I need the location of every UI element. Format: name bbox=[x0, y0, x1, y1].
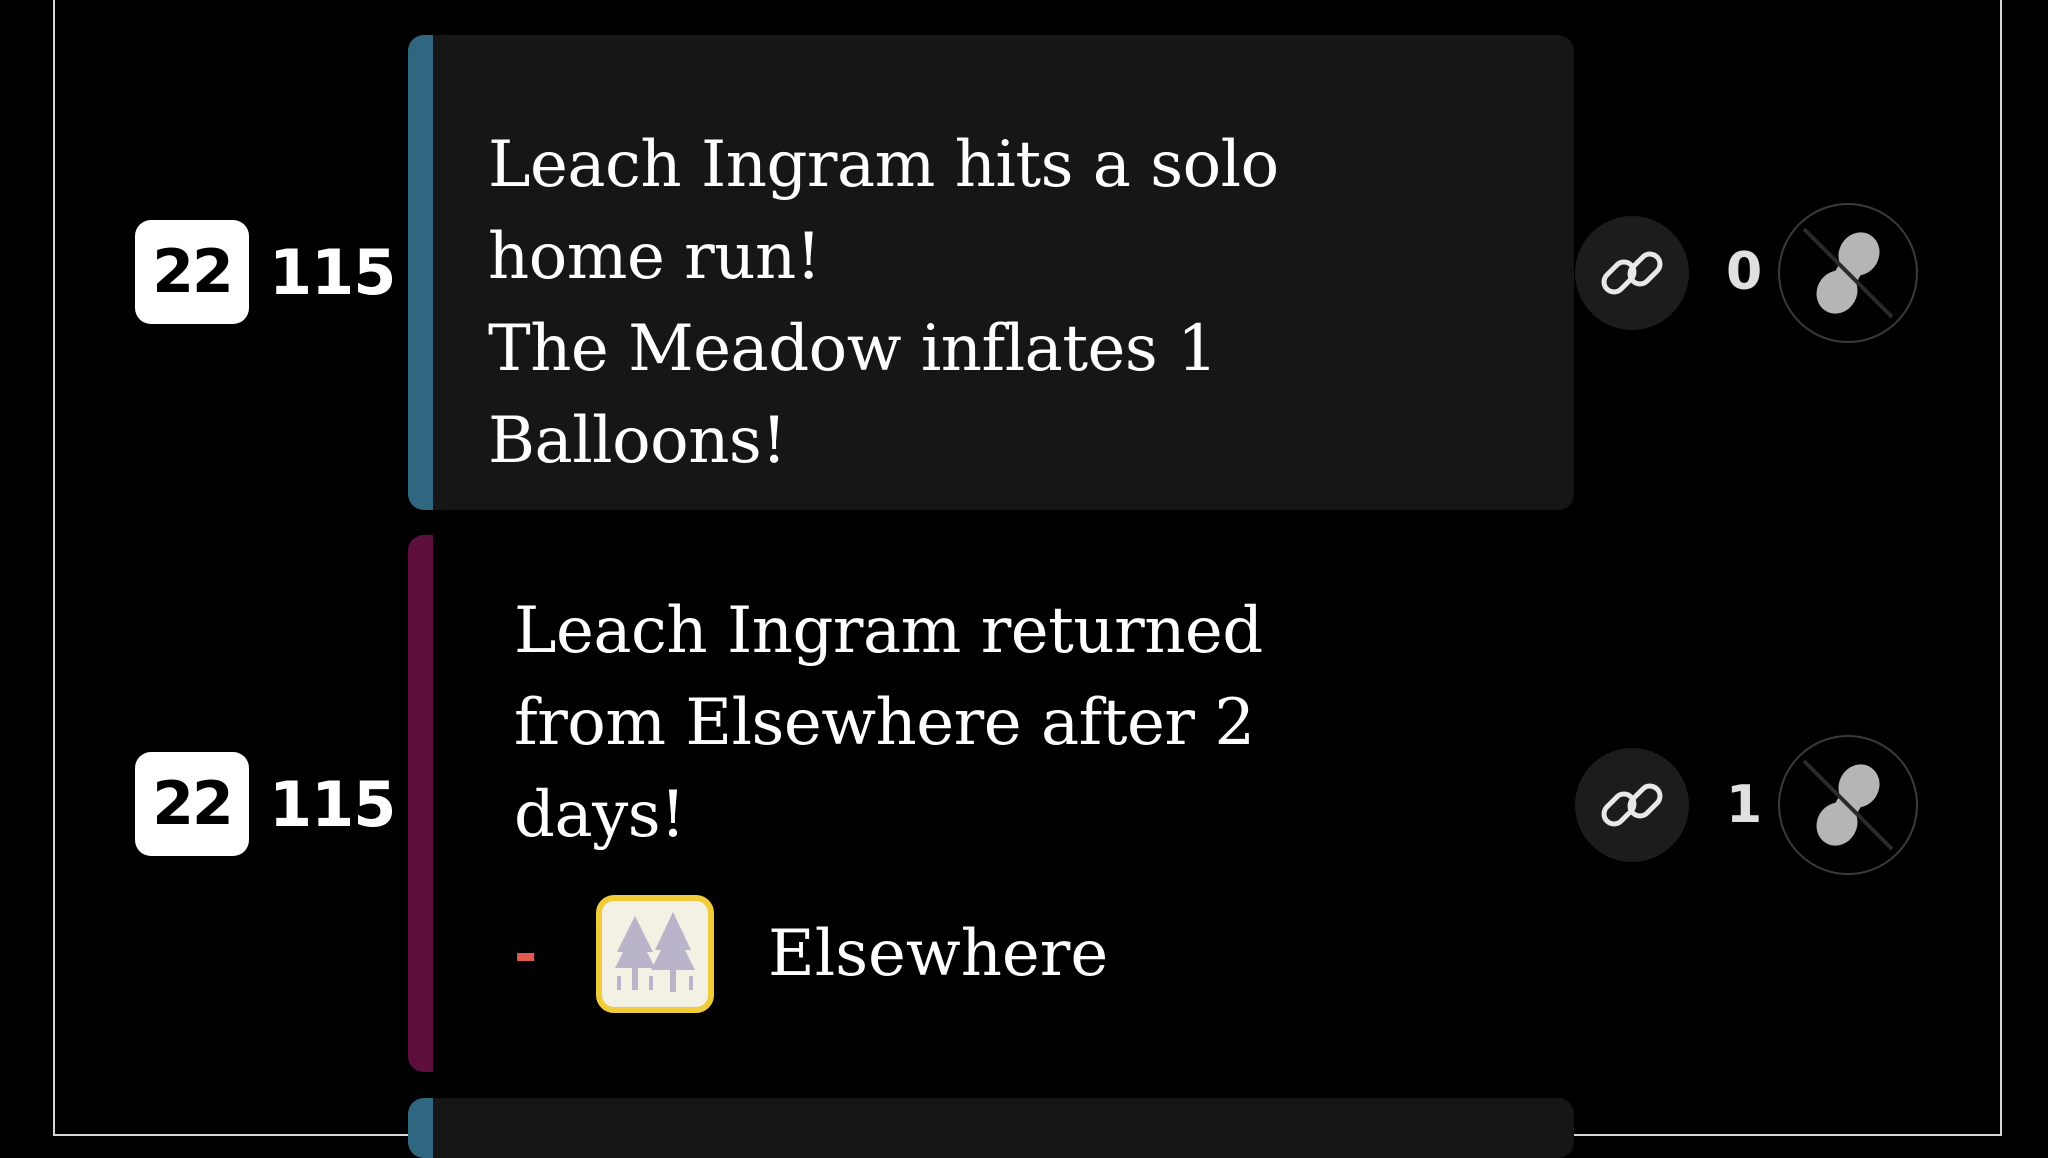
event-text: Leach Ingram hits a solo home run! The M… bbox=[488, 119, 1279, 487]
event-text-line: The Meadow inflates 1 bbox=[488, 312, 1218, 386]
day-number: 115 bbox=[269, 767, 396, 841]
event-text-line: Balloons! bbox=[488, 404, 787, 478]
team-tag[interactable]: - Elsewhere bbox=[514, 895, 1108, 1013]
event-text-line: home run! bbox=[488, 220, 821, 294]
peanut-crossed-icon bbox=[1802, 227, 1894, 319]
link-button[interactable] bbox=[1575, 748, 1689, 862]
event-card[interactable]: Leach Ingram hits a solo home run! The M… bbox=[408, 35, 1574, 510]
peanut-button[interactable] bbox=[1778, 203, 1918, 343]
link-icon bbox=[1601, 251, 1663, 295]
team-logo bbox=[596, 895, 714, 1013]
vote-count: 0 bbox=[1726, 242, 1763, 302]
game-counter: 22 115 bbox=[135, 220, 396, 324]
tag-label: Elsewhere bbox=[768, 917, 1109, 991]
link-icon bbox=[1601, 783, 1663, 827]
tag-dash: - bbox=[514, 921, 538, 987]
day-number: 115 bbox=[269, 235, 396, 309]
forest-icon bbox=[615, 912, 695, 992]
event-text-line: Leach Ingram hits a solo bbox=[488, 128, 1279, 202]
event-color-bar bbox=[408, 1098, 433, 1158]
season-badge: 22 bbox=[135, 220, 249, 324]
season-badge: 22 bbox=[135, 752, 249, 856]
event-text-line: Leach Ingram returned bbox=[514, 594, 1263, 668]
event-color-bar bbox=[408, 535, 433, 1072]
vote-count: 1 bbox=[1726, 775, 1763, 835]
event-color-bar bbox=[408, 35, 433, 510]
peanut-crossed-icon bbox=[1802, 759, 1894, 851]
event-card[interactable]: Leach Ingram returned from Elsewhere aft… bbox=[408, 535, 1574, 1072]
link-button[interactable] bbox=[1575, 216, 1689, 330]
event-card[interactable] bbox=[408, 1098, 1574, 1158]
game-counter: 22 115 bbox=[135, 752, 396, 856]
event-text: Leach Ingram returned from Elsewhere aft… bbox=[514, 585, 1263, 861]
event-text-line: from Elsewhere after 2 bbox=[514, 686, 1255, 760]
peanut-button[interactable] bbox=[1778, 735, 1918, 875]
event-text-line: days! bbox=[514, 778, 686, 852]
